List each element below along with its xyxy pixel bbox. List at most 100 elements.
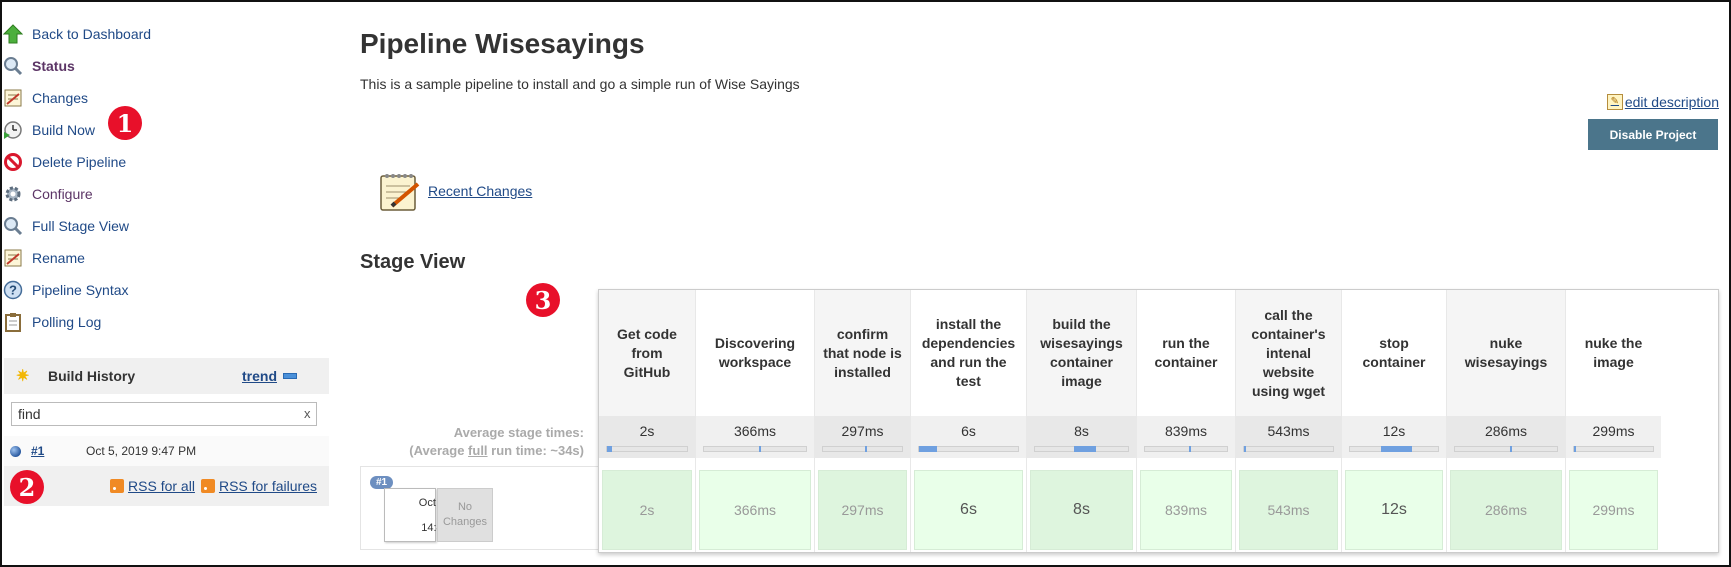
build-date: Oct 5, 2019 9:47 PM [86, 444, 197, 458]
up-arrow-icon [2, 23, 24, 45]
sidebar-item-changes[interactable]: Changes [2, 82, 322, 114]
build-search: x [4, 394, 329, 436]
stage-average: 12s [1342, 416, 1446, 458]
sidebar-item-pipeline-syntax[interactable]: ? Pipeline Syntax [2, 274, 322, 306]
trend-link[interactable]: trend [242, 368, 297, 384]
stage-header: run the container [1154, 335, 1218, 370]
build-row[interactable]: #1 Oct 5, 2019 9:47 PM [4, 436, 329, 466]
sidebar-item-label: Back to Dashboard [32, 26, 152, 42]
page-title: Pipeline Wisesayings [360, 28, 645, 59]
stage-run-cell[interactable]: 839ms [1140, 470, 1232, 550]
stage-run-cell[interactable]: 543ms [1239, 470, 1338, 550]
sidebar-item-configure[interactable]: Configure [2, 178, 322, 210]
stage-average: 8s [1027, 416, 1136, 458]
sidebar-item-build-now[interactable]: Build Now [2, 114, 322, 146]
stage-average-bar-fill [1510, 446, 1512, 452]
gear-icon [2, 183, 24, 205]
stage-run-cell[interactable]: 286ms [1450, 470, 1562, 550]
sun-icon: ✷ [16, 368, 30, 385]
magnifier-icon [2, 215, 24, 237]
build-run-row[interactable]: #1 Oct 05 14:47 No Changes [360, 466, 600, 550]
clear-search-icon[interactable]: x [304, 406, 311, 421]
stage-average-bar [1243, 446, 1334, 452]
stage-average-time: 2s [639, 423, 655, 439]
sidebar-item-status[interactable]: Status [2, 50, 322, 82]
callout-marker-1: 1 [108, 106, 142, 140]
sidebar-item-label: Changes [32, 90, 89, 106]
stage-average-bar-fill [1381, 446, 1412, 452]
sidebar-item-back-to-dashboard[interactable]: Back to Dashboard [2, 18, 322, 50]
stage-run-cell[interactable]: 6s [914, 470, 1023, 550]
stage-average-time: 297ms [841, 423, 884, 439]
stage-column: call the container's intenal website usi… [1236, 290, 1342, 552]
build-search-input[interactable] [11, 402, 317, 426]
callout-marker-2: 2 [10, 470, 44, 504]
stage-header: Get code from GitHub [599, 290, 695, 416]
avg-label-suffix: run time: ~34s) [487, 443, 584, 458]
stage-average-bar-fill [865, 446, 867, 452]
stage-average-bar [822, 446, 903, 452]
stage-run-cell[interactable]: 366ms [699, 470, 811, 550]
avg-label-line2: (Average full run time: ~34s) [360, 442, 584, 460]
sidebar-item-label: Pipeline Syntax [32, 282, 129, 298]
stage-column: nuke wisesayings 286ms 286ms [1447, 290, 1566, 552]
stage-average-bar [703, 446, 807, 452]
sidebar-item-label: Build Now [32, 122, 96, 138]
build-status-ball-icon [10, 445, 21, 457]
stage-column: stop container 12s 12s [1342, 290, 1447, 552]
stage-average-bar [918, 446, 1019, 452]
stage-column: Get code from GitHub 2s 2s [599, 290, 696, 552]
stage-column: build the wisesayings container image 8s 8… [1027, 290, 1137, 552]
magnifier-icon [2, 55, 24, 77]
trend-label: trend [242, 368, 277, 384]
stage-average-bar-fill [607, 446, 612, 452]
sidebar-item-delete-pipeline[interactable]: Delete Pipeline [2, 146, 322, 178]
stage-run-cell[interactable]: 8s [1030, 470, 1133, 550]
sidebar-item-rename[interactable]: Rename [2, 242, 322, 274]
help-icon: ? [2, 279, 24, 301]
stage-header: call the container's intenal website usi… [1236, 290, 1341, 416]
stage-average: 839ms [1137, 416, 1235, 458]
notepad-icon [378, 170, 420, 212]
sidebar-item-full-stage-view[interactable]: Full Stage View [2, 210, 322, 242]
trend-chart-icon [283, 373, 297, 379]
stage-column: Discovering workspace 366ms 366ms [696, 290, 815, 552]
run-changes-box: No Changes [437, 488, 493, 542]
stage-average-time: 299ms [1592, 423, 1635, 439]
sidebar-item-label: Configure [32, 186, 93, 202]
sidebar-item-polling-log[interactable]: Polling Log [2, 306, 322, 338]
rss-all-link[interactable]: RSS for all [128, 478, 195, 494]
edit-description-link[interactable]: ✎ edit description [1606, 94, 1719, 110]
stage-column: run the container 839ms 839ms [1137, 290, 1236, 552]
stage-average-bar-fill [759, 446, 761, 452]
rss-failures-link[interactable]: RSS for failures [219, 478, 317, 494]
clock-play-icon [2, 119, 24, 141]
sidebar-item-label: Rename [32, 250, 85, 266]
average-stage-times-label: Average stage times: (Average full run t… [360, 424, 584, 460]
recent-changes-link[interactable]: Recent Changes [428, 183, 532, 199]
stage-average: 366ms [696, 416, 814, 458]
build-number-link[interactable]: #1 [31, 444, 44, 458]
disable-project-button[interactable]: Disable Project [1588, 119, 1718, 150]
stage-average: 299ms [1566, 416, 1661, 458]
avg-label-full: full [468, 443, 488, 458]
stage-average-bar-fill [1574, 446, 1576, 452]
stage-run-cell[interactable]: 297ms [818, 470, 907, 550]
stage-run-cell[interactable]: 2s [602, 470, 692, 550]
stage-average-bar [1349, 446, 1439, 452]
stage-header: install the dependencies and run the tes… [921, 316, 1016, 389]
stage-run-cell[interactable]: 12s [1345, 470, 1443, 550]
stage-header: confirm that node is installed [815, 290, 910, 416]
avg-label-prefix: (Average [409, 443, 469, 458]
stage-header: Discovering workspace [714, 335, 796, 370]
stage-average-time: 366ms [733, 423, 777, 439]
stage-average: 297ms [815, 416, 910, 458]
stage-average-bar [1034, 446, 1129, 452]
stage-average-time: 8s [1074, 423, 1089, 439]
stage-average-time: 6s [961, 423, 976, 439]
clipboard-icon [2, 311, 24, 333]
stage-run-cell[interactable]: 299ms [1569, 470, 1658, 550]
edit-description-label: edit description [1624, 94, 1719, 110]
rss-icon [110, 479, 125, 493]
build-history-panel: ✷ Build History trend x #1 Oct 5, 2019 9… [4, 358, 329, 506]
